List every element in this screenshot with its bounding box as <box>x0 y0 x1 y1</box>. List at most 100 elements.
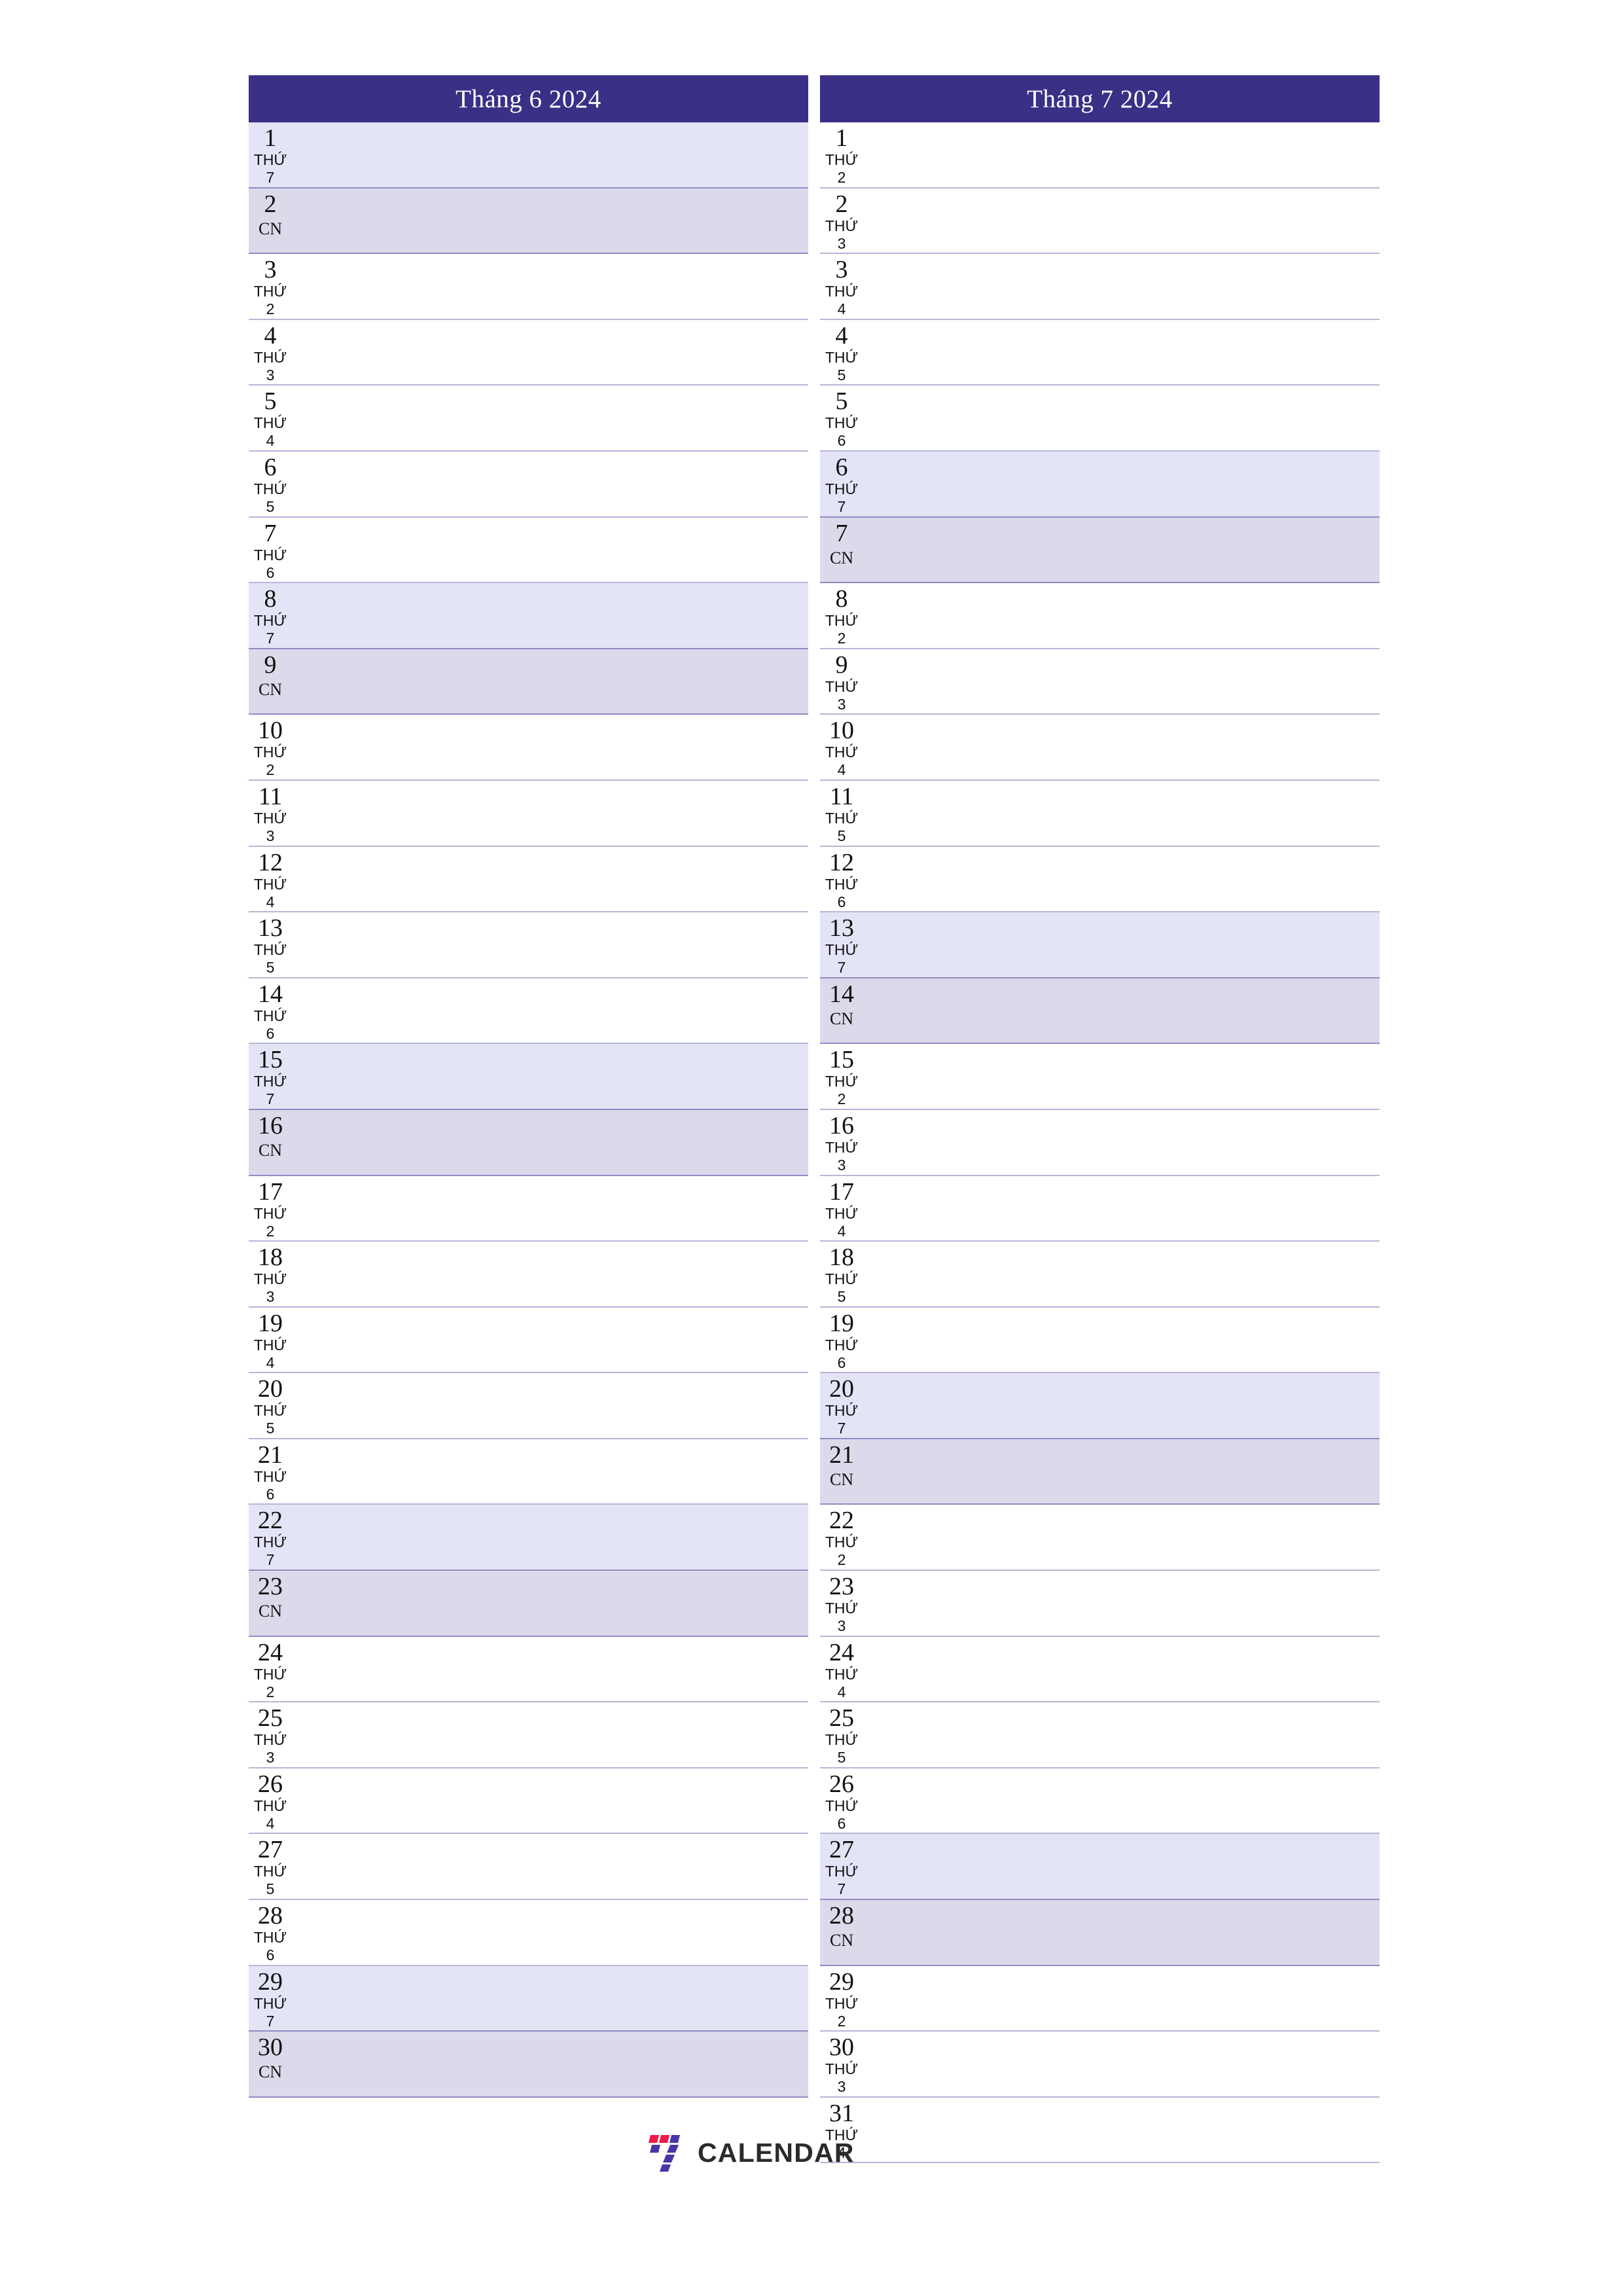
day-notes-area[interactable] <box>863 122 1380 187</box>
day-notes-area[interactable] <box>863 912 1380 977</box>
day-row[interactable]: 4 THỨ 5 <box>820 319 1380 386</box>
day-notes-area[interactable] <box>863 2098 1380 2162</box>
day-row[interactable]: 21 THỨ 6 <box>249 1439 808 1505</box>
day-notes-area[interactable] <box>292 1900 808 1965</box>
day-row[interactable]: 2 THỨ 3 <box>820 188 1380 255</box>
day-row[interactable]: 15 THỨ 2 <box>820 1044 1380 1110</box>
day-notes-area[interactable] <box>292 2032 808 2096</box>
day-notes-area[interactable] <box>863 386 1380 450</box>
day-notes-area[interactable] <box>292 1242 808 1306</box>
day-row[interactable]: 21 CN <box>820 1439 1380 1505</box>
day-row[interactable]: 29 THỨ 7 <box>249 1965 808 2032</box>
day-notes-area[interactable] <box>863 1702 1380 1767</box>
day-row[interactable]: 25 THỨ 5 <box>820 1702 1380 1768</box>
day-notes-area[interactable] <box>863 781 1380 846</box>
day-row[interactable]: 12 THỨ 6 <box>820 846 1380 913</box>
day-row[interactable]: 20 THỨ 5 <box>249 1373 808 1439</box>
day-notes-area[interactable] <box>292 1373 808 1438</box>
day-notes-area[interactable] <box>292 1439 808 1504</box>
day-notes-area[interactable] <box>292 386 808 450</box>
day-notes-area[interactable] <box>863 1637 1380 1702</box>
day-notes-area[interactable] <box>863 583 1380 648</box>
day-row[interactable]: 19 THỨ 4 <box>249 1307 808 1374</box>
day-notes-area[interactable] <box>863 1834 1380 1899</box>
day-row[interactable]: 22 THỨ 7 <box>249 1505 808 1571</box>
day-notes-area[interactable] <box>863 254 1380 319</box>
day-row[interactable]: 1 THỨ 7 <box>249 122 808 188</box>
day-notes-area[interactable] <box>863 1176 1380 1241</box>
day-notes-area[interactable] <box>863 847 1380 912</box>
day-notes-area[interactable] <box>292 912 808 977</box>
day-row[interactable]: 11 THỨ 3 <box>249 780 808 847</box>
day-notes-area[interactable] <box>292 1110 808 1175</box>
day-notes-area[interactable] <box>863 978 1380 1043</box>
day-row[interactable]: 5 THỨ 6 <box>820 386 1380 452</box>
day-notes-area[interactable] <box>292 1044 808 1109</box>
day-notes-area[interactable] <box>863 1571 1380 1636</box>
day-row[interactable]: 3 THỨ 4 <box>820 254 1380 320</box>
day-notes-area[interactable] <box>292 978 808 1043</box>
day-notes-area[interactable] <box>863 320 1380 385</box>
day-notes-area[interactable] <box>292 583 808 648</box>
day-notes-area[interactable] <box>863 1505 1380 1570</box>
day-row[interactable]: 29 THỨ 2 <box>820 1965 1380 2032</box>
day-row[interactable]: 18 THỨ 3 <box>249 1242 808 1308</box>
day-row[interactable]: 5 THỨ 4 <box>249 386 808 452</box>
day-notes-area[interactable] <box>863 1242 1380 1306</box>
day-notes-area[interactable] <box>292 122 808 187</box>
day-notes-area[interactable] <box>292 649 808 714</box>
day-row[interactable]: 23 THỨ 3 <box>820 1571 1380 1637</box>
day-row[interactable]: 13 THỨ 7 <box>820 912 1380 978</box>
day-row[interactable]: 20 THỨ 7 <box>820 1373 1380 1439</box>
day-notes-area[interactable] <box>863 1373 1380 1438</box>
day-notes-area[interactable] <box>863 1044 1380 1109</box>
day-row[interactable]: 28 CN <box>820 1900 1380 1966</box>
day-notes-area[interactable] <box>292 715 808 780</box>
day-row[interactable]: 7 THỨ 6 <box>249 517 808 584</box>
day-notes-area[interactable] <box>292 1637 808 1702</box>
day-row[interactable]: 10 THỨ 4 <box>820 715 1380 781</box>
day-row[interactable]: 16 THỨ 3 <box>820 1109 1380 1176</box>
day-row[interactable]: 26 THỨ 4 <box>249 1768 808 1835</box>
day-notes-area[interactable] <box>292 1702 808 1767</box>
day-row[interactable]: 17 THỨ 4 <box>820 1175 1380 1242</box>
day-row[interactable]: 14 CN <box>820 978 1380 1045</box>
day-row[interactable]: 19 THỨ 6 <box>820 1307 1380 1374</box>
day-row[interactable]: 16 CN <box>249 1109 808 1176</box>
day-notes-area[interactable] <box>292 1308 808 1372</box>
day-notes-area[interactable] <box>863 188 1380 253</box>
day-row[interactable]: 4 THỨ 3 <box>249 319 808 386</box>
day-row[interactable]: 6 THỨ 5 <box>249 451 808 518</box>
day-row[interactable]: 9 CN <box>249 649 808 715</box>
day-notes-area[interactable] <box>292 1571 808 1636</box>
day-notes-area[interactable] <box>292 518 808 583</box>
day-notes-area[interactable] <box>292 1966 808 2031</box>
day-notes-area[interactable] <box>292 1176 808 1241</box>
day-row[interactable]: 30 THỨ 3 <box>820 2032 1380 2098</box>
day-notes-area[interactable] <box>863 452 1380 516</box>
day-row[interactable]: 30 CN <box>249 2032 808 2098</box>
day-row[interactable]: 27 THỨ 5 <box>249 1834 808 1901</box>
day-row[interactable]: 17 THỨ 2 <box>249 1175 808 1242</box>
day-notes-area[interactable] <box>292 847 808 912</box>
day-notes-area[interactable] <box>292 781 808 846</box>
day-row[interactable]: 24 THỨ 2 <box>249 1636 808 1703</box>
day-notes-area[interactable] <box>292 1505 808 1570</box>
day-notes-area[interactable] <box>863 1110 1380 1175</box>
day-notes-area[interactable] <box>863 518 1380 583</box>
day-notes-area[interactable] <box>292 1768 808 1833</box>
day-notes-area[interactable] <box>863 1966 1380 2031</box>
day-row[interactable]: 25 THỨ 3 <box>249 1702 808 1768</box>
day-row[interactable]: 18 THỨ 5 <box>820 1242 1380 1308</box>
day-row[interactable]: 9 THỨ 3 <box>820 649 1380 715</box>
day-notes-area[interactable] <box>863 1900 1380 1965</box>
day-notes-area[interactable] <box>292 1834 808 1899</box>
day-row[interactable]: 6 THỨ 7 <box>820 451 1380 518</box>
day-row[interactable]: 3 THỨ 2 <box>249 254 808 320</box>
day-row[interactable]: 10 THỨ 2 <box>249 715 808 781</box>
day-row[interactable]: 24 THỨ 4 <box>820 1636 1380 1703</box>
day-row[interactable]: 7 CN <box>820 517 1380 584</box>
day-row[interactable]: 1 THỨ 2 <box>820 122 1380 188</box>
day-notes-area[interactable] <box>863 2032 1380 2096</box>
day-row[interactable]: 31 THỨ 4 <box>820 2097 1380 2164</box>
